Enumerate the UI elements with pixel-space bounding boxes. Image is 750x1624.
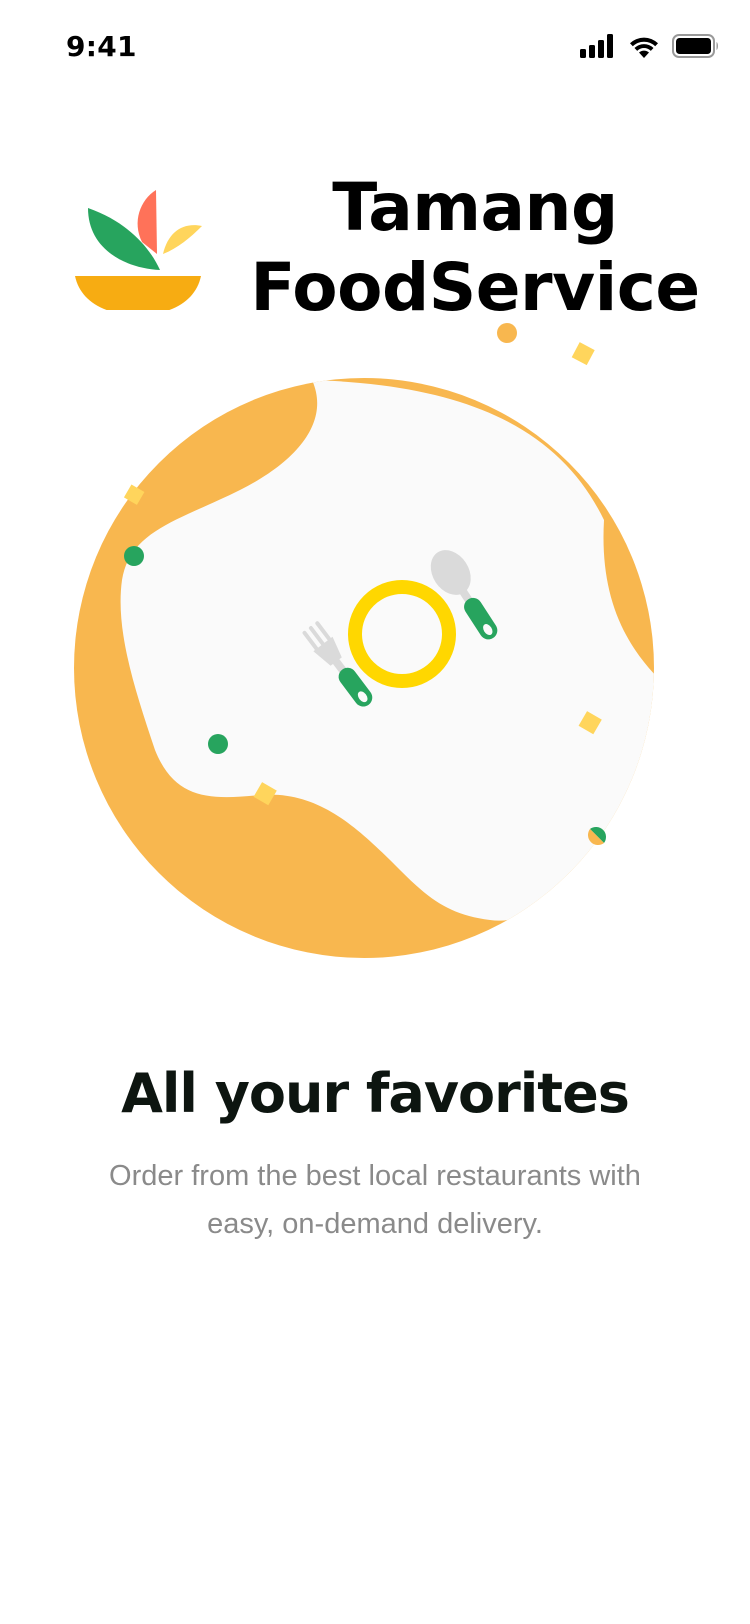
brand-name-line1: Tamang — [332, 169, 618, 246]
status-icons — [580, 32, 720, 60]
bowl-logo-icon — [75, 190, 202, 310]
onboarding-subtitle: Order from the best local restaurants wi… — [109, 1160, 641, 1240]
onboarding-title: All your favorites — [121, 1062, 630, 1125]
brand-header: Tamang FoodService — [0, 150, 750, 340]
brand-name: Tamang FoodService — [230, 168, 720, 328]
battery-icon — [672, 34, 718, 58]
confetti-dot — [497, 323, 517, 343]
confetti-dot — [124, 546, 144, 566]
status-bar: 9:41 — [0, 0, 750, 96]
wifi-icon — [630, 37, 658, 58]
brand-name-line2: FoodService — [250, 249, 700, 326]
confetti-square — [571, 342, 595, 366]
status-time: 9:41 — [66, 30, 137, 63]
plate-fork-spoon-illustration — [74, 323, 654, 958]
confetti-dot — [208, 734, 228, 754]
signal-icon — [580, 34, 613, 58]
